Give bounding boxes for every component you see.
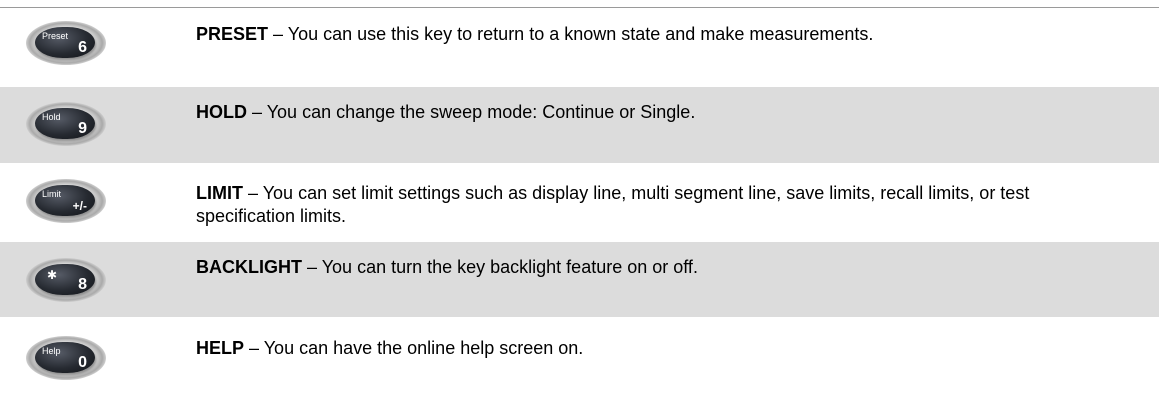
key-reference-table: Preset 6 PRESET – You can use this key t… xyxy=(0,0,1159,399)
hold-key-icon: Hold 9 xyxy=(26,102,106,146)
key-label: ✱ xyxy=(47,268,58,282)
table-row-backlight: ✱ 8 BACKLIGHT – You can turn the key bac… xyxy=(0,242,1159,317)
row-description: PRESET – You can use this key to return … xyxy=(196,23,1116,46)
table-row-preset: Preset 6 PRESET – You can use this key t… xyxy=(0,8,1159,73)
row-description: HELP – You can have the online help scre… xyxy=(196,337,1116,360)
row-text: – You can turn the key backlight feature… xyxy=(302,257,698,277)
limit-key-icon: Limit +/- xyxy=(26,179,106,223)
row-description: LIMIT – You can set limit settings such … xyxy=(196,182,1116,228)
key-label: Preset xyxy=(42,31,69,41)
key-label: Limit xyxy=(42,189,62,199)
help-key-icon: Help 0 xyxy=(26,336,106,380)
key-number: 6 xyxy=(78,39,87,56)
row-description: BACKLIGHT – You can turn the key backlig… xyxy=(196,256,1116,279)
row-term: BACKLIGHT xyxy=(196,257,302,277)
row-text: – You can use this key to return to a kn… xyxy=(268,24,874,44)
backlight-key-icon: ✱ 8 xyxy=(26,258,106,302)
key-number: 0 xyxy=(78,354,87,371)
key-label: Help xyxy=(42,346,61,356)
row-text: – You can have the online help screen on… xyxy=(244,338,584,358)
row-description: HOLD – You can change the sweep mode: Co… xyxy=(196,101,1116,124)
row-term: LIMIT xyxy=(196,183,243,203)
preset-key-icon: Preset 6 xyxy=(26,21,106,65)
row-term: PRESET xyxy=(196,24,269,44)
table-row-help: Help 0 HELP – You can have the online he… xyxy=(0,317,1159,399)
key-cap: Preset 6 xyxy=(35,27,95,58)
key-cap: Hold 9 xyxy=(35,108,95,139)
table-row-limit: Limit +/- LIMIT – You can set limit sett… xyxy=(0,163,1159,242)
key-cap: Help 0 xyxy=(35,342,95,373)
key-number: 8 xyxy=(78,276,87,293)
row-term: HELP xyxy=(196,338,245,358)
row-term: HOLD xyxy=(196,102,247,122)
key-cap: Limit +/- xyxy=(35,185,95,216)
key-number: +/- xyxy=(72,199,87,213)
key-cap: ✱ 8 xyxy=(35,264,95,295)
row-text: – You can change the sweep mode: Continu… xyxy=(247,102,696,122)
table-row-hold: Hold 9 HOLD – You can change the sweep m… xyxy=(0,87,1159,163)
row-text: – You can set limit settings such as dis… xyxy=(196,183,1030,226)
key-label: Hold xyxy=(42,112,61,122)
key-number: 9 xyxy=(78,120,87,137)
